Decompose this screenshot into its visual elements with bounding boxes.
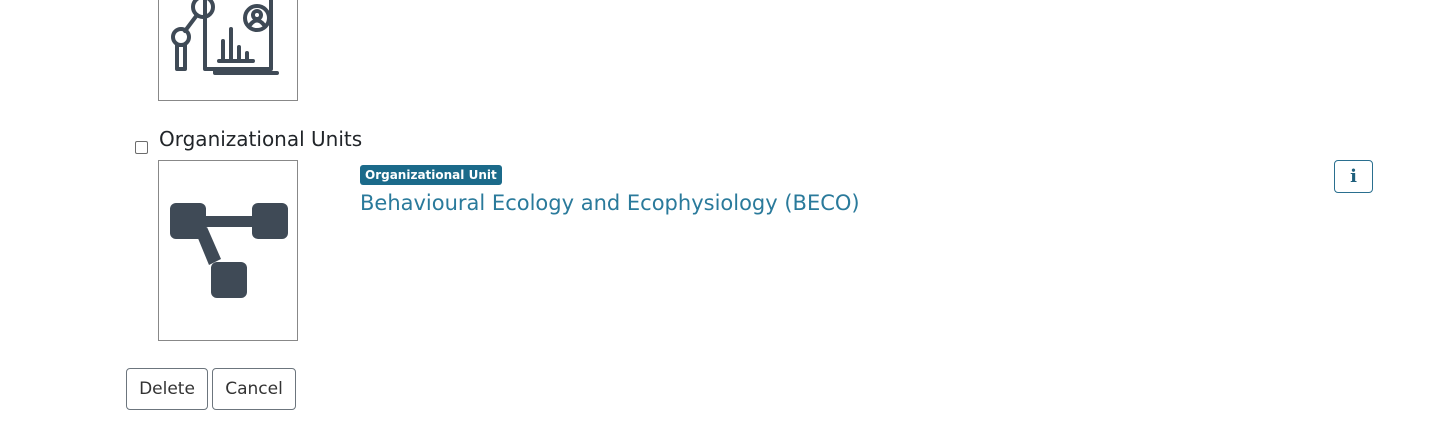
organizational-units-checkbox[interactable] <box>135 141 148 154</box>
cancel-button[interactable]: Cancel <box>212 368 296 410</box>
info-button[interactable]: i <box>1334 160 1373 193</box>
organizational-unit-link[interactable]: Behavioural Ecology and Ecophysiology (B… <box>360 189 860 217</box>
item-type-badge: Organizational Unit <box>360 165 502 185</box>
delete-confirmation-page: Organizational Units Organizational Unit… <box>0 0 1438 427</box>
previous-item-thumbnail <box>158 0 298 101</box>
analytics-report-icon <box>171 0 279 75</box>
section-title: Organizational Units <box>159 127 363 151</box>
organizational-unit-thumbnail <box>158 160 298 341</box>
delete-button[interactable]: Delete <box>126 368 208 410</box>
org-chart-icon <box>170 203 288 298</box>
